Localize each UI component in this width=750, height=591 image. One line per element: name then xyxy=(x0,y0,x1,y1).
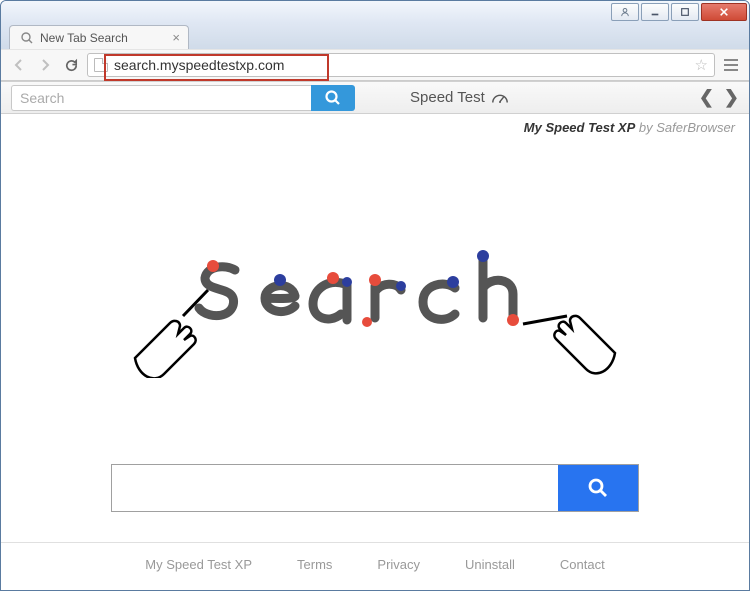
toolbar-next-icon[interactable]: ❯ xyxy=(724,87,739,108)
menu-button[interactable] xyxy=(721,55,741,75)
logo-area xyxy=(1,141,749,464)
extension-toolbar: Speed Test ❮ ❯ xyxy=(1,82,749,114)
footer-link[interactable]: Uninstall xyxy=(465,557,515,572)
url-text: search.myspeedtestxp.com xyxy=(114,57,284,73)
user-button[interactable] xyxy=(611,3,639,21)
reload-button[interactable] xyxy=(61,55,81,75)
window-titlebar xyxy=(1,1,749,23)
main-search-button[interactable] xyxy=(558,465,638,511)
brand-title: My Speed Test XP xyxy=(524,120,636,135)
toolbar-nav-arrows: ❮ ❯ xyxy=(699,87,739,108)
bookmark-star-icon[interactable]: ☆ xyxy=(695,56,708,74)
toolbar-search-button[interactable] xyxy=(311,85,355,111)
footer-link[interactable]: My Speed Test XP xyxy=(145,557,252,572)
speedtest-icon xyxy=(491,91,509,105)
address-bar[interactable]: search.myspeedtestxp.com ☆ xyxy=(87,53,715,77)
footer: My Speed Test XP Terms Privacy Uninstall… xyxy=(1,542,749,590)
maximize-button[interactable] xyxy=(671,3,699,21)
minimize-button[interactable] xyxy=(641,3,669,21)
forward-button[interactable] xyxy=(35,55,55,75)
page-content: Speed Test ❮ ❯ My Speed Test XP by Safer… xyxy=(1,81,749,590)
tab-close-icon[interactable]: × xyxy=(172,30,180,45)
main-search-row xyxy=(1,464,749,542)
footer-link[interactable]: Terms xyxy=(297,557,332,572)
branding-row: My Speed Test XP by SaferBrowser xyxy=(1,114,749,141)
toolbar-prev-icon[interactable]: ❮ xyxy=(699,87,714,108)
back-button[interactable] xyxy=(9,55,29,75)
speedtest-label: Speed Test xyxy=(410,89,485,106)
main-search-input[interactable] xyxy=(112,465,558,511)
browser-tab[interactable]: New Tab Search × xyxy=(9,25,189,49)
tab-title: New Tab Search xyxy=(40,31,128,45)
url-bar-row: search.myspeedtestxp.com ☆ xyxy=(1,49,749,81)
footer-link[interactable]: Privacy xyxy=(377,557,420,572)
browser-window: New Tab Search × search.myspeedtestxp.co… xyxy=(0,0,750,591)
brand-byline: by SaferBrowser xyxy=(639,120,735,135)
close-button[interactable] xyxy=(701,3,747,21)
page-icon xyxy=(94,58,108,72)
tab-strip: New Tab Search × xyxy=(1,23,749,49)
toolbar-search-input[interactable] xyxy=(11,85,311,111)
speedtest-link[interactable]: Speed Test xyxy=(410,89,509,106)
footer-link[interactable]: Contact xyxy=(560,557,605,572)
search-logo xyxy=(105,228,645,378)
tab-favicon xyxy=(20,31,34,45)
